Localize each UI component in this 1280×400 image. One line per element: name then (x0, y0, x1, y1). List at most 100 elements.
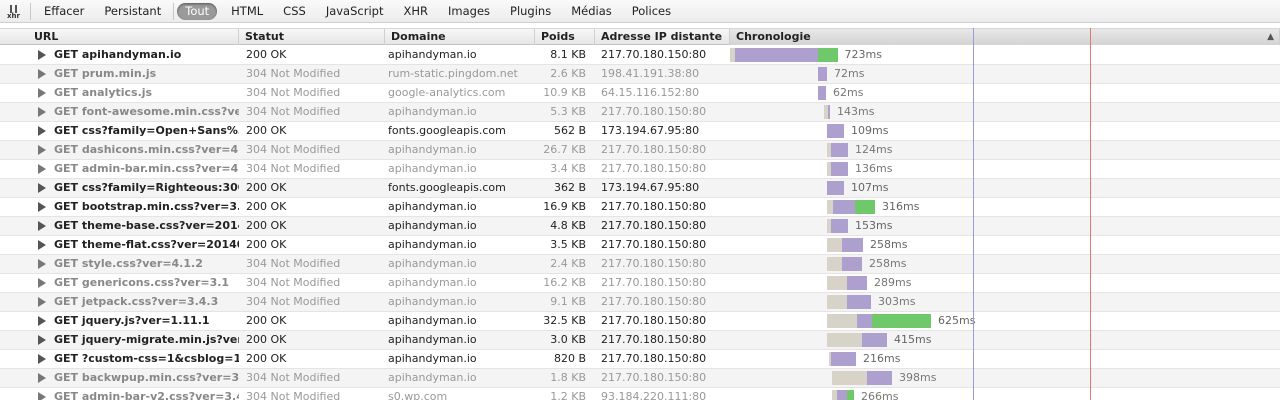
request-url: GET jquery.js?ver=1.11.1 (54, 314, 210, 327)
request-url: GET ?custom-css=1&csblog=1 (54, 352, 239, 365)
request-duration: 216ms (863, 352, 901, 365)
request-status: 304 Not Modified (246, 371, 341, 384)
table-row[interactable]: GET admin-bar-v2.css?ver=3.4 304 Not Modi… (0, 388, 1280, 400)
table-row[interactable]: GET backwpup.min.css?ver=3.1 304 Not Modi… (0, 369, 1280, 388)
persist-button[interactable]: Persistant (94, 3, 171, 20)
request-remote-ip: 217.70.180.150:80 (601, 200, 707, 213)
table-row[interactable]: GET font-awesome.min.css?ver 304 Not Modi… (0, 103, 1280, 122)
request-remote-ip: 217.70.180.150:80 (601, 314, 707, 327)
filter-css[interactable]: CSS (273, 3, 316, 20)
request-domain: s0.wp.com (388, 390, 448, 400)
request-duration: 258ms (869, 257, 907, 270)
timeline-receive-bar (831, 143, 848, 157)
column-header-url[interactable]: URL (28, 29, 239, 45)
request-timeline: 143ms (730, 103, 1280, 121)
request-status: 304 Not Modified (246, 105, 341, 118)
request-timeline: 303ms (730, 293, 1280, 311)
request-duration: 72ms (834, 67, 865, 80)
filter-all[interactable]: Tout (177, 2, 218, 20)
timeline-complete-bar (817, 48, 838, 62)
table-row[interactable]: GET genericons.css?ver=3.1 304 Not Modifi… (0, 274, 1280, 293)
filter-fonts[interactable]: Polices (622, 3, 681, 20)
table-row[interactable]: GET jquery-migrate.min.js?ver 200 OK apiha… (0, 331, 1280, 350)
timeline-receive-bar (857, 314, 872, 328)
table-row[interactable]: GET apihandyman.io 200 OK apihandyman.io 8.… (0, 46, 1280, 65)
request-domain: apihandyman.io (388, 143, 477, 156)
request-url: GET style.css?ver=4.1.2 (54, 257, 203, 270)
table-row[interactable]: GET css?family=Righteous:300 200 OK fonts.… (0, 179, 1280, 198)
request-duration: 153ms (855, 219, 893, 232)
request-size: 16.2 KB (543, 276, 586, 289)
table-row[interactable]: GET prum.min.js 304 Not Modified rum-stati… (0, 65, 1280, 84)
request-timeline: 415ms (730, 331, 1280, 349)
table-row[interactable]: GET admin-bar.min.css?ver=4.1 304 Not Mod… (0, 160, 1280, 179)
table-row[interactable]: GET bootstrap.min.css?ver=3.1 200 OK apiha… (0, 198, 1280, 217)
filter-html[interactable]: HTML (221, 3, 273, 20)
request-status: 304 Not Modified (246, 143, 341, 156)
request-url: GET admin-bar-v2.css?ver=3.4 (54, 390, 239, 400)
filter-xhr[interactable]: XHR (393, 3, 438, 20)
request-remote-ip: 217.70.180.150:80 (601, 257, 707, 270)
request-timeline: 109ms (730, 122, 1280, 140)
request-duration: 289ms (874, 276, 912, 289)
table-row[interactable]: GET theme-base.css?ver=2014 200 OK apihand… (0, 217, 1280, 236)
request-size: 10.9 KB (543, 86, 586, 99)
request-duration: 723ms (844, 48, 882, 61)
request-timeline: 136ms (730, 160, 1280, 178)
filter-media[interactable]: Médias (561, 3, 622, 20)
request-url: GET css?family=Open+Sans%3 (54, 124, 239, 137)
request-remote-ip: 217.70.180.150:80 (601, 371, 707, 384)
table-row[interactable]: GET css?family=Open+Sans%3 200 OK fonts.go… (0, 122, 1280, 141)
column-header-timeline[interactable]: Chronologie ▲ (730, 29, 1280, 45)
request-domain: apihandyman.io (388, 238, 477, 251)
request-status: 200 OK (246, 238, 287, 251)
request-remote-ip: 64.15.116.152:80 (601, 86, 700, 99)
timeline-receive-bar (735, 48, 818, 62)
request-domain: apihandyman.io (388, 162, 477, 175)
request-size: 562 B (553, 124, 586, 137)
filter-plugins[interactable]: Plugins (500, 3, 561, 20)
filter-images[interactable]: Images (438, 3, 500, 20)
filter-javascript[interactable]: JavaScript (316, 3, 394, 20)
timeline-receive-bar (831, 352, 856, 366)
request-remote-ip: 217.70.180.150:80 (601, 48, 707, 61)
column-header-ip[interactable]: Adresse IP distante (595, 29, 730, 45)
timeline-complete-bar (855, 200, 875, 214)
request-size: 3.5 KB (550, 238, 586, 251)
request-timeline: 124ms (730, 141, 1280, 159)
request-domain: apihandyman.io (388, 219, 477, 232)
request-url: GET analytics.js (54, 86, 153, 99)
request-timeline: 107ms (730, 179, 1280, 197)
request-size: 362 B (553, 181, 586, 194)
request-status: 200 OK (246, 219, 287, 232)
request-duration: 398ms (899, 371, 937, 384)
request-status: 304 Not Modified (246, 67, 341, 80)
request-duration: 415ms (894, 333, 932, 346)
timeline-wait-bar (832, 371, 867, 385)
timeline-receive-bar (842, 257, 862, 271)
request-status: 304 Not Modified (246, 390, 341, 400)
request-status: 200 OK (246, 314, 287, 327)
request-duration: 258ms (870, 238, 908, 251)
column-header-size[interactable]: Poids (535, 29, 595, 45)
request-domain: rum-static.pingdom.net (388, 67, 518, 80)
request-duration: 303ms (878, 295, 916, 308)
request-remote-ip: 217.70.180.150:80 (601, 333, 707, 346)
column-header-domain[interactable]: Domaine (385, 29, 535, 45)
table-row[interactable]: GET ?custom-css=1&csblog=1 200 OK apihandy… (0, 350, 1280, 369)
table-row[interactable]: GET analytics.js 304 Not Modified google-a… (0, 84, 1280, 103)
request-domain: fonts.googleapis.com (388, 181, 506, 194)
table-row[interactable]: GET jquery.js?ver=1.11.1 200 OK apihandyma… (0, 312, 1280, 331)
xhr-icon[interactable]: xhr (0, 0, 28, 23)
column-header-status[interactable]: Statut (239, 29, 385, 45)
request-size: 8.1 KB (550, 48, 586, 61)
table-row[interactable]: GET dashicons.min.css?ver=4.1 304 Not Mod… (0, 141, 1280, 160)
request-domain: apihandyman.io (388, 333, 477, 346)
request-size: 2.4 KB (550, 257, 586, 270)
table-row[interactable]: GET theme-flat.css?ver=20140 200 OK apihan… (0, 236, 1280, 255)
timeline-receive-bar (831, 162, 848, 176)
table-row[interactable]: GET jetpack.css?ver=3.4.3 304 Not Modifie… (0, 293, 1280, 312)
clear-button[interactable]: Effacer (34, 3, 94, 20)
timeline-complete-bar (847, 390, 854, 400)
table-row[interactable]: GET style.css?ver=4.1.2 304 Not Modified a… (0, 255, 1280, 274)
